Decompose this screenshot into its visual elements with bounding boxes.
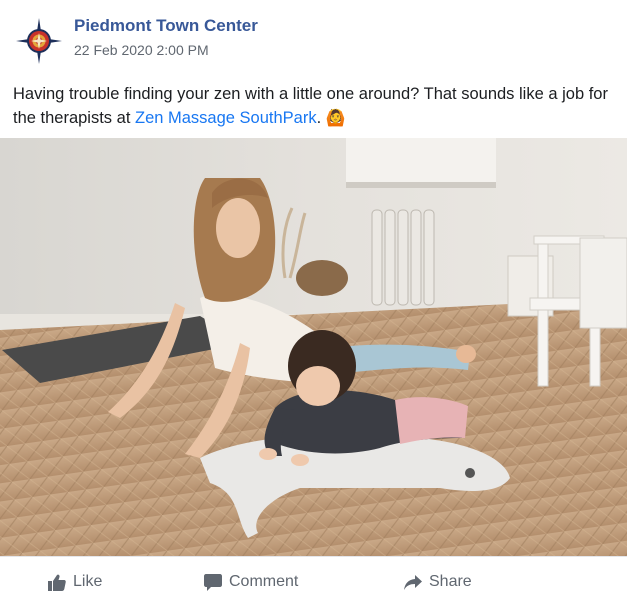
share-button[interactable]: Share: [404, 557, 472, 607]
post-timestamp[interactable]: 22 Feb 2020 2:00 PM: [74, 42, 209, 58]
comment-bubble-icon: [204, 573, 222, 591]
comment-label: Comment: [229, 573, 299, 590]
share-label: Share: [429, 573, 472, 590]
thumbs-up-icon: [48, 574, 66, 591]
facebook-post: Piedmont Town Center 22 Feb 2020 2:00 PM…: [0, 0, 627, 606]
zen-massage-link[interactable]: Zen Massage SouthPark: [135, 109, 317, 127]
comment-button[interactable]: Comment: [204, 557, 298, 607]
post-action-bar: Like Comment Share: [0, 556, 627, 607]
person-gesturing-ok-emoji: 🙆: [325, 110, 346, 127]
page-name-link[interactable]: Piedmont Town Center: [74, 16, 258, 36]
post-header: Piedmont Town Center 22 Feb 2020 2:00 PM: [0, 0, 627, 72]
post-text-after: .: [316, 109, 326, 127]
like-button[interactable]: Like: [48, 557, 102, 607]
compass-logo-icon: [16, 18, 62, 64]
post-photo[interactable]: [0, 138, 627, 556]
yoga-scene-illustration: [0, 138, 627, 556]
share-arrow-icon: [404, 574, 422, 590]
page-avatar[interactable]: [16, 18, 62, 64]
post-message: Having trouble finding your zen with a l…: [13, 82, 613, 131]
like-label: Like: [73, 573, 103, 590]
